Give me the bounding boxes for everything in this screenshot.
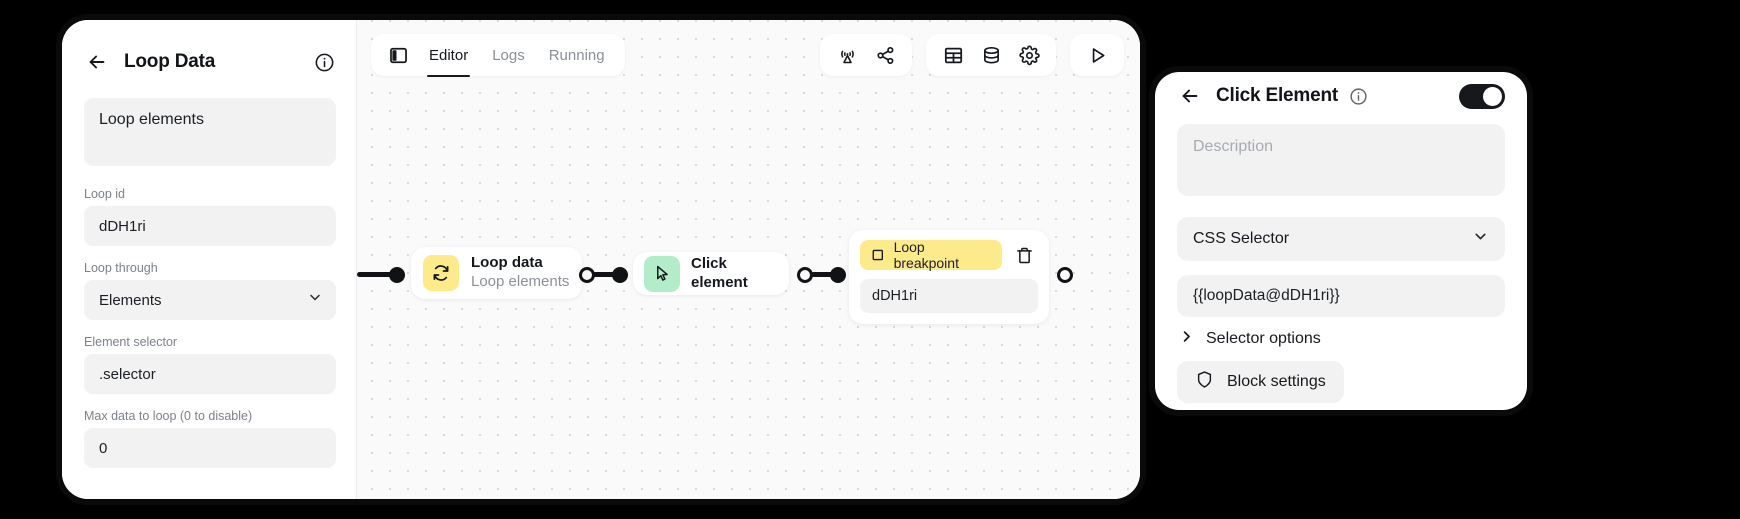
trash-icon[interactable]	[1010, 241, 1038, 269]
loop-id-input[interactable]	[84, 206, 336, 246]
node-title: Click element	[691, 254, 748, 291]
max-data-to-loop-label: Max data to loop (0 to disable)	[84, 409, 253, 423]
breakpoint-label: Loop breakpoint	[893, 239, 959, 271]
connector-dot-breakpoint-out[interactable]	[1057, 267, 1073, 283]
element-selector-input[interactable]	[84, 354, 336, 394]
canvas-toolbar: Editor Logs Running	[371, 34, 1124, 77]
node-title: Loop data	[471, 254, 543, 272]
toolbar-tabs-group: Editor Logs Running	[371, 34, 625, 77]
loop-id-label: Loop id	[84, 187, 126, 201]
shield-icon	[1195, 370, 1214, 394]
node-click-element[interactable]: Click element	[633, 252, 789, 295]
tab-editor[interactable]: Editor	[417, 38, 480, 77]
selector-value-input[interactable]	[1177, 275, 1505, 317]
editor-window: Loop Data Loop id Loop through Element s…	[62, 20, 1140, 499]
toolbar-connect-group	[820, 34, 912, 76]
gear-icon[interactable]	[1010, 38, 1048, 72]
tab-running[interactable]: Running	[537, 38, 617, 72]
toggle-knob	[1483, 86, 1502, 106]
block-enabled-toggle[interactable]	[1459, 83, 1505, 109]
loop-data-side-panel: Loop Data Loop id Loop through Element s…	[62, 20, 357, 499]
node-subtitle: Loop elements	[471, 273, 570, 290]
info-circle-icon[interactable]	[1347, 85, 1369, 107]
selector-options-label: Selector options	[1206, 330, 1321, 347]
node-loop-data[interactable]: Loop data Loop elements	[411, 247, 582, 299]
play-icon[interactable]	[1078, 38, 1116, 72]
side-panel-header: Loop Data	[84, 42, 336, 82]
toolbar-run-group	[1070, 34, 1124, 76]
connector-line-start	[357, 272, 393, 277]
loop-through-label: Loop through	[84, 261, 158, 275]
page-title: Click Element	[1216, 85, 1339, 106]
selector-type-select[interactable]: CSS Selector	[1177, 217, 1505, 261]
loop-breakpoint-card[interactable]: Loop breakpoint dDH1ri	[849, 230, 1049, 324]
loop-breakpoint-pill[interactable]: Loop breakpoint	[860, 239, 1002, 271]
arrow-left-icon[interactable]	[84, 49, 110, 75]
breakpoint-header: Loop breakpoint	[860, 239, 1038, 271]
loop-description-textarea[interactable]	[84, 98, 336, 166]
tab-logs[interactable]: Logs	[480, 38, 537, 72]
click-element-header: Click Element	[1177, 74, 1505, 118]
max-data-to-loop-input[interactable]	[84, 428, 336, 468]
database-icon[interactable]	[972, 38, 1010, 72]
square-checkbox-icon	[872, 249, 883, 261]
broadcast-icon[interactable]	[828, 38, 866, 72]
sidebar-panel-icon[interactable]	[379, 38, 417, 72]
info-circle-icon[interactable]	[312, 50, 336, 74]
loop-through-select[interactable]	[84, 280, 336, 320]
element-selector-label: Element selector	[84, 335, 178, 349]
description-textarea[interactable]	[1177, 124, 1505, 196]
breakpoint-value[interactable]: dDH1ri	[860, 279, 1038, 313]
connector-dot-breakpoint-in[interactable]	[830, 267, 846, 283]
share-icon[interactable]	[866, 38, 904, 72]
page-title: Loop Data	[124, 51, 216, 72]
block-settings-button[interactable]: Block settings	[1177, 361, 1344, 403]
cursor-pointer-icon	[644, 255, 680, 292]
selector-type-value: CSS Selector	[1193, 230, 1290, 247]
workflow-canvas[interactable]: Editor Logs Running Loop data Loop eleme…	[357, 20, 1140, 499]
arrow-left-icon[interactable]	[1177, 83, 1203, 109]
loop-through-select-wrap[interactable]	[84, 280, 336, 320]
selector-options-toggle[interactable]: Selector options	[1177, 329, 1505, 349]
chevron-down-icon	[1472, 228, 1489, 250]
block-settings-label: Block settings	[1227, 373, 1326, 390]
table-icon[interactable]	[934, 38, 972, 72]
connector-dot-in-loop[interactable]	[389, 267, 405, 283]
toolbar-tools-group	[926, 34, 1056, 76]
chevron-right-icon	[1179, 329, 1194, 349]
loop-refresh-icon	[423, 255, 459, 291]
click-element-panel: Click Element CSS Selector Selector opti…	[1155, 72, 1527, 410]
screenshot-stage: Loop Data Loop id Loop through Element s…	[0, 0, 1740, 519]
node-loop-data-text: Loop data Loop elements	[471, 254, 569, 292]
connector-dot-click-in[interactable]	[612, 267, 628, 283]
